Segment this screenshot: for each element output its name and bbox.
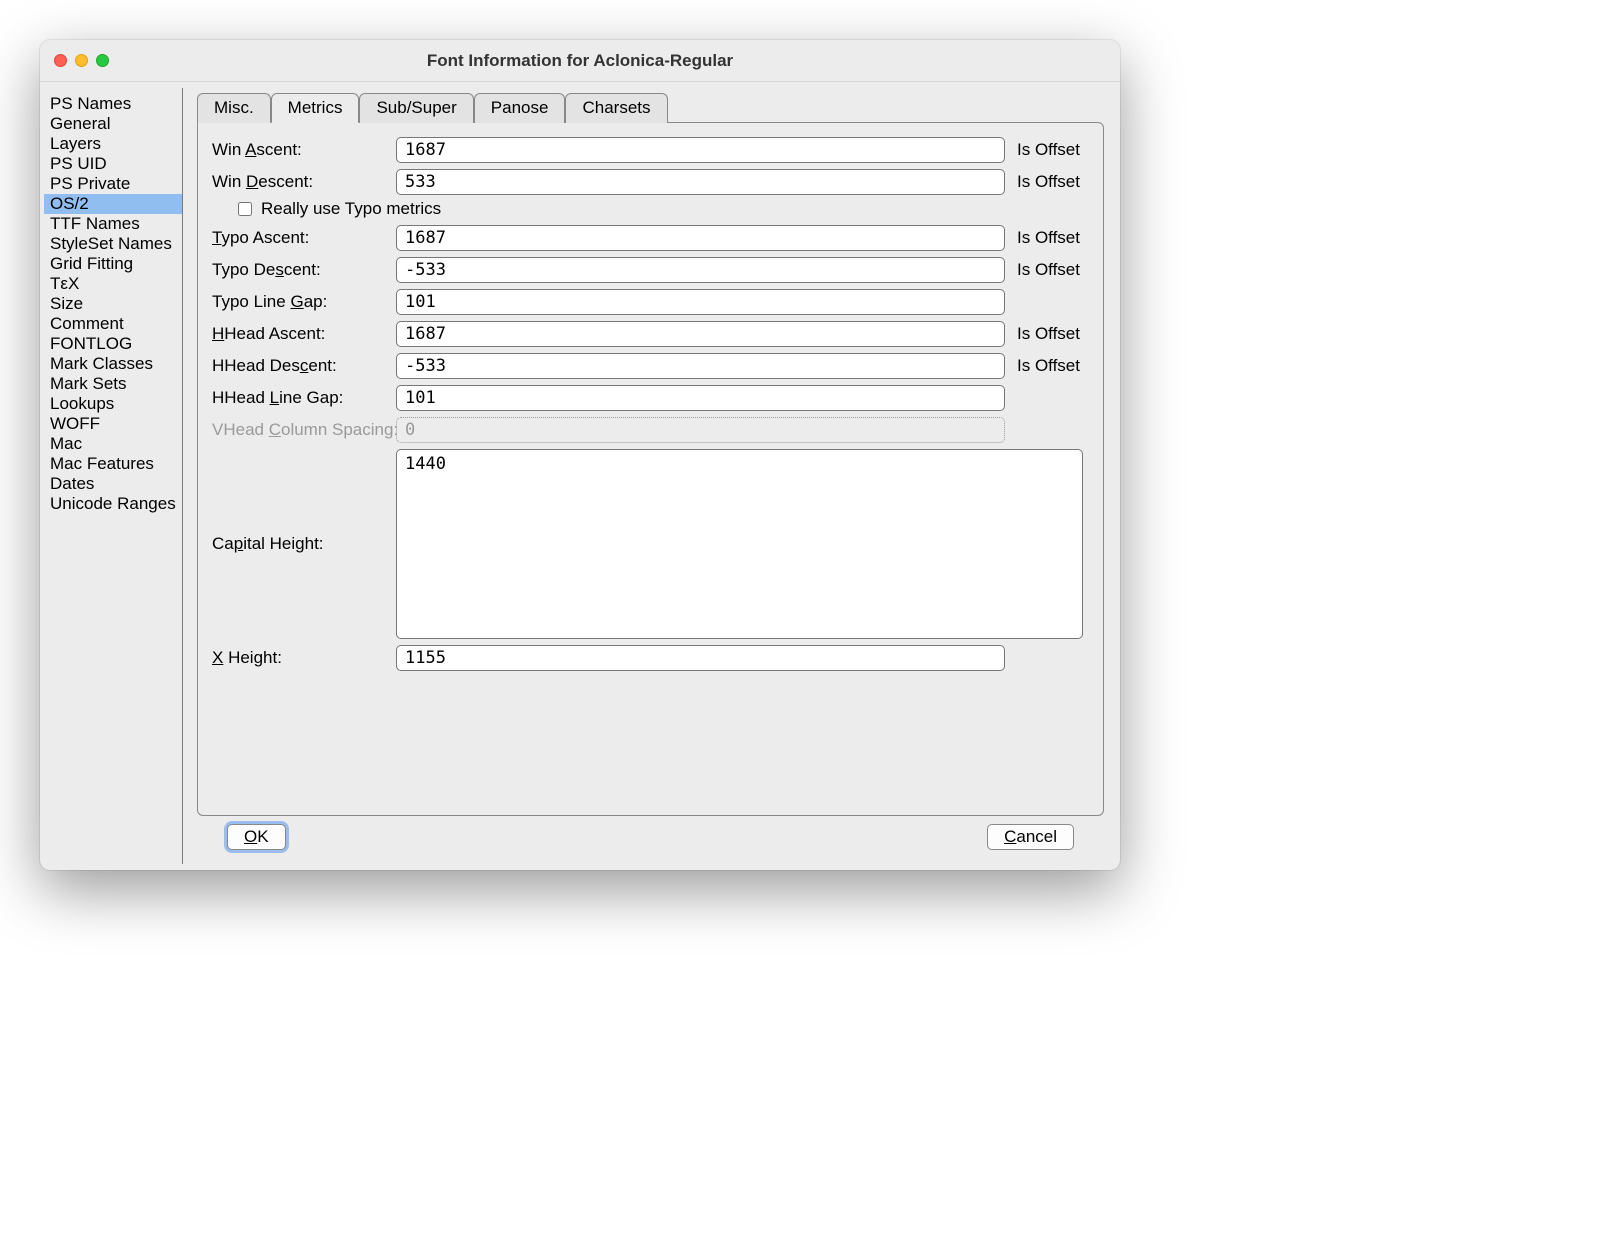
row-hhead-linegap: HHead Line Gap: (212, 385, 1089, 411)
sidebar-item-fontlog[interactable]: FONTLOG (44, 334, 182, 354)
ok-button[interactable]: OOKK (227, 824, 286, 850)
tabs: Misc.MetricsSub/SuperPanoseCharsets (197, 92, 1104, 122)
input-typo-ascent[interactable] (396, 225, 1005, 251)
font-info-window: Font Information for Aclonica-Regular PS… (40, 40, 1120, 870)
offset-hhead-descent[interactable]: Is Offset (1011, 356, 1089, 376)
checkbox-really-use-typo[interactable] (238, 202, 252, 216)
sidebar-item-mac-features[interactable]: Mac Features (44, 454, 182, 474)
label-typo-descent: Typo Descent: (212, 260, 390, 280)
tab-misc-[interactable]: Misc. (197, 93, 271, 123)
titlebar: Font Information for Aclonica-Regular (40, 40, 1120, 82)
window-controls (54, 54, 109, 67)
input-x-height[interactable] (396, 645, 1005, 671)
tab-metrics[interactable]: Metrics (271, 93, 360, 123)
label-hhead-descent: HHead Descent: (212, 356, 390, 376)
input-vhead-colspacing (396, 417, 1005, 443)
input-typo-linegap[interactable] (396, 289, 1005, 315)
sidebar-item-layers[interactable]: Layers (44, 134, 182, 154)
row-win-descent: Win Descent: Is Offset (212, 169, 1089, 195)
zoom-icon[interactable] (96, 54, 109, 67)
offset-typo-ascent[interactable]: Is Offset (1011, 228, 1089, 248)
cancel-button[interactable]: CancelCancel (987, 824, 1074, 850)
sidebar-item-ttf-names[interactable]: TTF Names (44, 214, 182, 234)
input-hhead-linegap[interactable] (396, 385, 1005, 411)
offset-win-descent[interactable]: Is Offset (1011, 172, 1089, 192)
row-x-height: X Height: (212, 645, 1089, 671)
offset-win-ascent[interactable]: Is Offset (1011, 140, 1089, 160)
sidebar-item-os-2[interactable]: OS/2 (44, 194, 182, 214)
sidebar-item-general[interactable]: General (44, 114, 182, 134)
sidebar-item-t-x[interactable]: TεX (44, 274, 182, 294)
metrics-panel: Win Ascent: Is Offset Win Descent: Is Of… (197, 122, 1104, 816)
label-vhead-colspacing: VHead Column Spacing: (212, 420, 390, 440)
row-typo-descent: Typo Descent: Is Offset (212, 257, 1089, 283)
close-icon[interactable] (54, 54, 67, 67)
input-win-descent[interactable] (396, 169, 1005, 195)
sidebar-item-dates[interactable]: Dates (44, 474, 182, 494)
input-typo-descent[interactable] (396, 257, 1005, 283)
label-win-descent: Win Descent: (212, 172, 390, 192)
row-hhead-descent: HHead Descent: Is Offset (212, 353, 1089, 379)
input-hhead-descent[interactable] (396, 353, 1005, 379)
sidebar: PS NamesGeneralLayersPS UIDPS PrivateOS/… (40, 88, 183, 864)
tab-sub-super[interactable]: Sub/Super (359, 93, 473, 123)
tab-charsets[interactable]: Charsets (565, 93, 667, 123)
label-typo-ascent: Typo Ascent: (212, 228, 390, 248)
row-really-use-typo: Really use Typo metrics (234, 199, 1089, 219)
sidebar-item-unicode-ranges[interactable]: Unicode Ranges (44, 494, 182, 514)
sidebar-item-size[interactable]: Size (44, 294, 182, 314)
sidebar-item-mark-classes[interactable]: Mark Classes (44, 354, 182, 374)
label-typo-linegap: Typo Line Gap: (212, 292, 390, 312)
offset-hhead-ascent[interactable]: Is Offset (1011, 324, 1089, 344)
row-hhead-ascent: HHead Ascent: Is Offset (212, 321, 1089, 347)
body: PS NamesGeneralLayersPS UIDPS PrivateOS/… (40, 82, 1120, 870)
label-capital-height: Capital Height: (212, 534, 390, 554)
label-hhead-ascent: HHead Ascent: (212, 324, 390, 344)
sidebar-item-ps-private[interactable]: PS Private (44, 174, 182, 194)
sidebar-item-mark-sets[interactable]: Mark Sets (44, 374, 182, 394)
sidebar-item-ps-names[interactable]: PS Names (44, 94, 182, 114)
sidebar-item-woff[interactable]: WOFF (44, 414, 182, 434)
input-hhead-ascent[interactable] (396, 321, 1005, 347)
row-typo-ascent: Typo Ascent: Is Offset (212, 225, 1089, 251)
label-win-ascent: Win Ascent: (212, 140, 390, 160)
content: Misc.MetricsSub/SuperPanoseCharsets Win … (183, 82, 1120, 870)
sidebar-item-mac[interactable]: Mac (44, 434, 182, 454)
sidebar-item-ps-uid[interactable]: PS UID (44, 154, 182, 174)
minimize-icon[interactable] (75, 54, 88, 67)
input-win-ascent[interactable] (396, 137, 1005, 163)
sidebar-item-grid-fitting[interactable]: Grid Fitting (44, 254, 182, 274)
label-really-use-typo: Really use Typo metrics (261, 199, 441, 219)
tab-panose[interactable]: Panose (474, 93, 566, 123)
window-title: Font Information for Aclonica-Regular (40, 51, 1120, 71)
label-hhead-linegap: HHead Line Gap: (212, 388, 390, 408)
footer: OOKK CancelCancel (197, 816, 1104, 864)
input-capital-height[interactable]: 1440 (396, 449, 1083, 639)
row-capital-height: Capital Height: 1440 (212, 449, 1089, 639)
row-vhead-colspacing: VHead Column Spacing: (212, 417, 1089, 443)
offset-typo-descent[interactable]: Is Offset (1011, 260, 1089, 280)
sidebar-item-lookups[interactable]: Lookups (44, 394, 182, 414)
sidebar-item-styleset-names[interactable]: StyleSet Names (44, 234, 182, 254)
sidebar-item-comment[interactable]: Comment (44, 314, 182, 334)
label-x-height: X Height: (212, 648, 390, 668)
row-win-ascent: Win Ascent: Is Offset (212, 137, 1089, 163)
row-typo-linegap: Typo Line Gap: (212, 289, 1089, 315)
